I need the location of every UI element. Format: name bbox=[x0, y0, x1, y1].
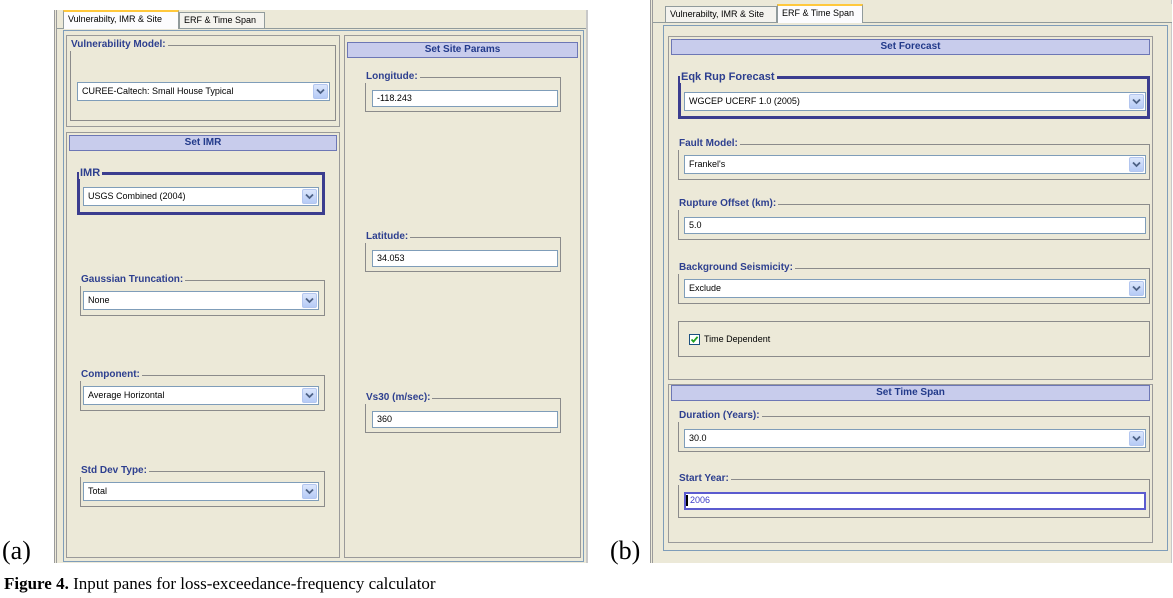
panel-b-content: Set Forecast Eqk Rup Forecast WGCEP UCER… bbox=[663, 25, 1168, 551]
gaussian-truncation-value: None bbox=[88, 295, 110, 305]
panel-a-label: (a) bbox=[2, 536, 31, 565]
imr-value: USGS Combined (2004) bbox=[88, 191, 186, 201]
eqk-rup-forecast-dropdown[interactable]: WGCEP UCERF 1.0 (2005) bbox=[684, 92, 1146, 111]
chevron-down-icon[interactable] bbox=[302, 189, 317, 204]
set-site-params-section: Set Site Params Longitude: -118.243 Lati… bbox=[344, 35, 581, 558]
std-dev-type-legend: Std Dev Type: bbox=[81, 465, 147, 476]
longitude-legend: Longitude: bbox=[366, 71, 418, 82]
rupture-offset-input[interactable]: 5.0 bbox=[684, 217, 1146, 234]
set-time-span-section: Set Time Span Duration (Years): 30.0 Sta… bbox=[668, 384, 1153, 543]
fault-model-value: Frankel's bbox=[689, 159, 726, 169]
vulnerability-section: Vulnerability Model: CUREE-Caltech: Smal… bbox=[66, 35, 340, 127]
std-dev-type-dropdown[interactable]: Total bbox=[83, 482, 319, 501]
imr-legend: IMR bbox=[80, 167, 101, 179]
latitude-input[interactable]: 34.053 bbox=[372, 250, 558, 267]
chevron-down-icon[interactable] bbox=[302, 293, 317, 308]
set-time-span-header: Set Time Span bbox=[671, 385, 1150, 401]
chevron-down-icon[interactable] bbox=[313, 84, 328, 99]
duration-legend: Duration (Years): bbox=[679, 410, 760, 421]
std-dev-type-value: Total bbox=[88, 486, 108, 496]
tab-erf-time-span[interactable]: ERF & Time Span bbox=[777, 4, 863, 23]
chevron-down-icon[interactable] bbox=[302, 484, 317, 499]
set-forecast-header: Set Forecast bbox=[671, 39, 1150, 55]
vulnerability-model-group: Vulnerability Model: bbox=[70, 39, 336, 121]
text-caret bbox=[686, 495, 688, 507]
panel-a-content: Vulnerability Model: CUREE-Caltech: Smal… bbox=[63, 30, 584, 562]
set-site-params-header: Set Site Params bbox=[347, 42, 578, 58]
time-dependent-checkbox[interactable] bbox=[689, 334, 700, 345]
chevron-down-icon[interactable] bbox=[302, 388, 317, 403]
background-seismicity-value: Exclude bbox=[689, 283, 722, 293]
duration-dropdown[interactable]: 30.0 bbox=[684, 429, 1146, 448]
figure-number: Figure 4. bbox=[4, 574, 69, 593]
vs30-input[interactable]: 360 bbox=[372, 411, 558, 428]
component-legend: Component: bbox=[81, 369, 140, 380]
background-seismicity-legend: Background Seismicity: bbox=[679, 262, 793, 273]
checkmark-icon bbox=[690, 336, 699, 343]
vulnerability-model-dropdown[interactable]: CUREE-Caltech: Small House Typical bbox=[77, 82, 330, 101]
tab-vulnerability-imr-site[interactable]: Vulnerabilty, IMR & Site bbox=[665, 6, 777, 23]
panel-b-tabbar: Vulnerabilty, IMR & Site ERF & Time Span bbox=[653, 4, 1172, 23]
start-year-value: 2006 bbox=[690, 495, 711, 505]
panel-b-window: Vulnerabilty, IMR & Site ERF & Time Span… bbox=[650, 0, 1172, 563]
caption-text: Input panes for loss-exceedance-frequenc… bbox=[68, 574, 436, 593]
fault-model-dropdown[interactable]: Frankel's bbox=[684, 155, 1146, 174]
latitude-legend: Latitude: bbox=[366, 231, 409, 242]
rupture-offset-legend: Rupture Offset (km): bbox=[679, 198, 777, 209]
chevron-down-icon[interactable] bbox=[1129, 281, 1144, 296]
eqk-rup-forecast-legend: Eqk Rup Forecast bbox=[681, 71, 775, 83]
gaussian-truncation-legend: Gaussian Truncation: bbox=[81, 274, 184, 285]
set-imr-section: Set IMR IMR USGS Combined (2004) Gaussia… bbox=[66, 132, 340, 558]
tab-vulnerability-imr-site[interactable]: Vulnerabilty, IMR & Site bbox=[63, 10, 179, 29]
chevron-down-icon[interactable] bbox=[1129, 94, 1144, 109]
vulnerability-model-legend: Vulnerability Model: bbox=[71, 39, 166, 50]
component-dropdown[interactable]: Average Horizontal bbox=[83, 386, 319, 405]
panel-a-window: Vulnerabilty, IMR & Site ERF & Time Span… bbox=[54, 10, 588, 563]
longitude-input[interactable]: -118.243 bbox=[372, 90, 558, 107]
chevron-down-icon[interactable] bbox=[1129, 157, 1144, 172]
eqk-rup-forecast-value: WGCEP UCERF 1.0 (2005) bbox=[689, 96, 800, 106]
figure-caption: Figure 4. Input panes for loss-exceedanc… bbox=[4, 574, 436, 594]
tab-divider bbox=[653, 22, 1172, 23]
panel-a-tabbar: Vulnerabilty, IMR & Site ERF & Time Span bbox=[57, 10, 586, 29]
vs30-legend: Vs30 (m/sec): bbox=[366, 392, 431, 403]
set-imr-header: Set IMR bbox=[69, 135, 337, 151]
start-year-input[interactable]: 2006 bbox=[684, 492, 1146, 510]
set-forecast-section: Set Forecast Eqk Rup Forecast WGCEP UCER… bbox=[668, 36, 1153, 380]
background-seismicity-dropdown[interactable]: Exclude bbox=[684, 279, 1146, 298]
duration-value: 30.0 bbox=[689, 433, 707, 443]
imr-dropdown[interactable]: USGS Combined (2004) bbox=[83, 187, 319, 206]
panel-b-label: (b) bbox=[610, 536, 641, 565]
component-value: Average Horizontal bbox=[88, 390, 165, 400]
chevron-down-icon[interactable] bbox=[1129, 431, 1144, 446]
gaussian-truncation-dropdown[interactable]: None bbox=[83, 291, 319, 310]
fault-model-legend: Fault Model: bbox=[679, 138, 738, 149]
vulnerability-model-value: CUREE-Caltech: Small House Typical bbox=[82, 86, 234, 96]
start-year-legend: Start Year: bbox=[679, 473, 729, 484]
time-dependent-label: Time Dependent bbox=[704, 334, 771, 344]
tab-erf-time-span[interactable]: ERF & Time Span bbox=[179, 12, 265, 29]
